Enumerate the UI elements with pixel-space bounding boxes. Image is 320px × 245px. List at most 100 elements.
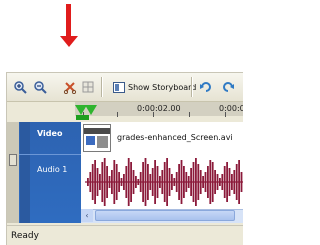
waveform-bar: [195, 158, 197, 206]
scroll-left-arrow[interactable]: ‹: [81, 209, 93, 222]
waveform-bar: [96, 168, 99, 196]
show-storyboard-button[interactable]: Show Storyboard: [113, 78, 196, 96]
waveform-bar: [142, 162, 144, 202]
zoom-in-button[interactable]: [11, 78, 29, 96]
waveform-bar: [173, 178, 176, 186]
waveform-bar: [235, 164, 238, 200]
waveform-bar: [223, 166, 226, 198]
waveform-bar: [180, 160, 183, 204]
waveform-bar: [163, 162, 166, 202]
waveform-bar: [87, 178, 89, 186]
waveform-bar: [187, 176, 190, 188]
playhead-end-marker[interactable]: [85, 105, 97, 115]
playback-range: [76, 115, 89, 120]
timeline-left-rail: [7, 122, 19, 223]
ruler-tick: [117, 112, 118, 117]
waveform-bar: [125, 166, 128, 198]
undo-icon: [200, 82, 211, 92]
waveform-bar: [233, 170, 236, 194]
waveform-bar: [168, 168, 171, 196]
redo-icon: [223, 82, 234, 92]
video-clip-name[interactable]: grades-enhanced_Screen.avi: [117, 133, 233, 142]
show-storyboard-label: Show Storyboard: [128, 82, 197, 92]
zoom-out-button[interactable]: [31, 78, 49, 96]
track-header-edge: [20, 122, 30, 223]
zoom-out-icon: [34, 81, 47, 94]
video-track-label[interactable]: Video: [37, 129, 62, 138]
waveform-bar: [132, 170, 135, 194]
delete-clip-button[interactable]: [61, 78, 79, 96]
status-text: Ready: [11, 231, 39, 241]
toolbar-separator: [191, 77, 193, 97]
waveform-bar: [231, 174, 233, 190]
waveform-bar: [111, 170, 113, 194]
timeline-ruler[interactable]: 0:00:02.00 0:00:0: [7, 102, 243, 122]
waveform-bar: [147, 164, 149, 200]
redo-button[interactable]: [219, 78, 237, 96]
waveform-bar: [199, 170, 202, 194]
waveform-bar: [190, 168, 192, 196]
waveform-bar: [91, 164, 94, 200]
audio-waveform[interactable]: [81, 155, 243, 209]
toolbar-separator: [101, 77, 103, 97]
waveform-bar: [118, 172, 120, 192]
waveform-bar: [178, 164, 180, 200]
audio-track-label[interactable]: Audio 1: [37, 165, 67, 174]
lock-icon[interactable]: [9, 154, 17, 166]
waveform-bar: [101, 162, 104, 202]
waveform-bar: [226, 162, 228, 202]
waveform-bar: [166, 158, 168, 206]
waveform-bar: [207, 166, 209, 198]
waveform-bar: [204, 172, 207, 192]
waveform-bar: [197, 164, 200, 200]
ruler-time-label: 0:00:02.00: [137, 104, 181, 113]
waveform-bar: [161, 170, 164, 194]
timeline-toolbar: Show Storyboard: [7, 73, 243, 102]
annotation-arrow-shaft: [66, 4, 71, 38]
waveform-bar: [89, 172, 92, 192]
waveform-bar: [154, 160, 156, 204]
waveform-bar: [216, 174, 219, 190]
movie-maker-window: Show Storyboard 0:00:02.00 0:00:0 Video …: [6, 72, 243, 245]
waveform-bar: [99, 174, 101, 190]
waveform-bar: [127, 158, 130, 206]
waveform-bar: [103, 158, 106, 206]
waveform-bar: [219, 178, 221, 186]
scrollbar-thumb[interactable]: [95, 210, 235, 221]
waveform-bar: [151, 168, 154, 196]
zoom-in-icon: [14, 81, 27, 94]
waveform-bar: [228, 168, 231, 196]
scissors-x-icon: [63, 82, 77, 94]
waveform-bar: [113, 160, 116, 204]
waveform-bar: [149, 174, 152, 190]
waveform-bar: [120, 178, 123, 186]
thumbnail-block: [97, 136, 108, 148]
waveform-bar: [171, 174, 173, 190]
waveform-bar: [238, 160, 240, 204]
storyboard-icon: [113, 81, 125, 93]
waveform-bar: [221, 174, 224, 190]
waveform-bar: [185, 172, 188, 192]
thumbnail-header: [84, 128, 110, 134]
split-clip-button[interactable]: [79, 78, 97, 96]
waveform-bar: [115, 164, 118, 200]
waveform-bar: [175, 172, 178, 192]
waveform-bar: [123, 174, 125, 190]
waveform-bar: [202, 176, 204, 188]
waveform-bar: [135, 176, 137, 188]
waveform-bar: [192, 162, 195, 202]
track-header-divider: [19, 154, 81, 155]
waveform-bar: [144, 158, 147, 206]
chevron-left-icon: ‹: [85, 211, 89, 220]
ruler-time-label: 0:00:0: [219, 104, 243, 113]
waveform-bar: [94, 160, 96, 204]
waveform-bar: [108, 176, 111, 188]
waveform-bar: [159, 176, 161, 188]
undo-button[interactable]: [197, 78, 215, 96]
thumbnail-block: [86, 136, 95, 145]
waveform-bar: [130, 162, 132, 202]
waveform-bar: [183, 166, 185, 198]
waveform-bar: [156, 166, 159, 198]
split-icon: [82, 81, 94, 93]
status-bar: Ready: [7, 225, 243, 245]
